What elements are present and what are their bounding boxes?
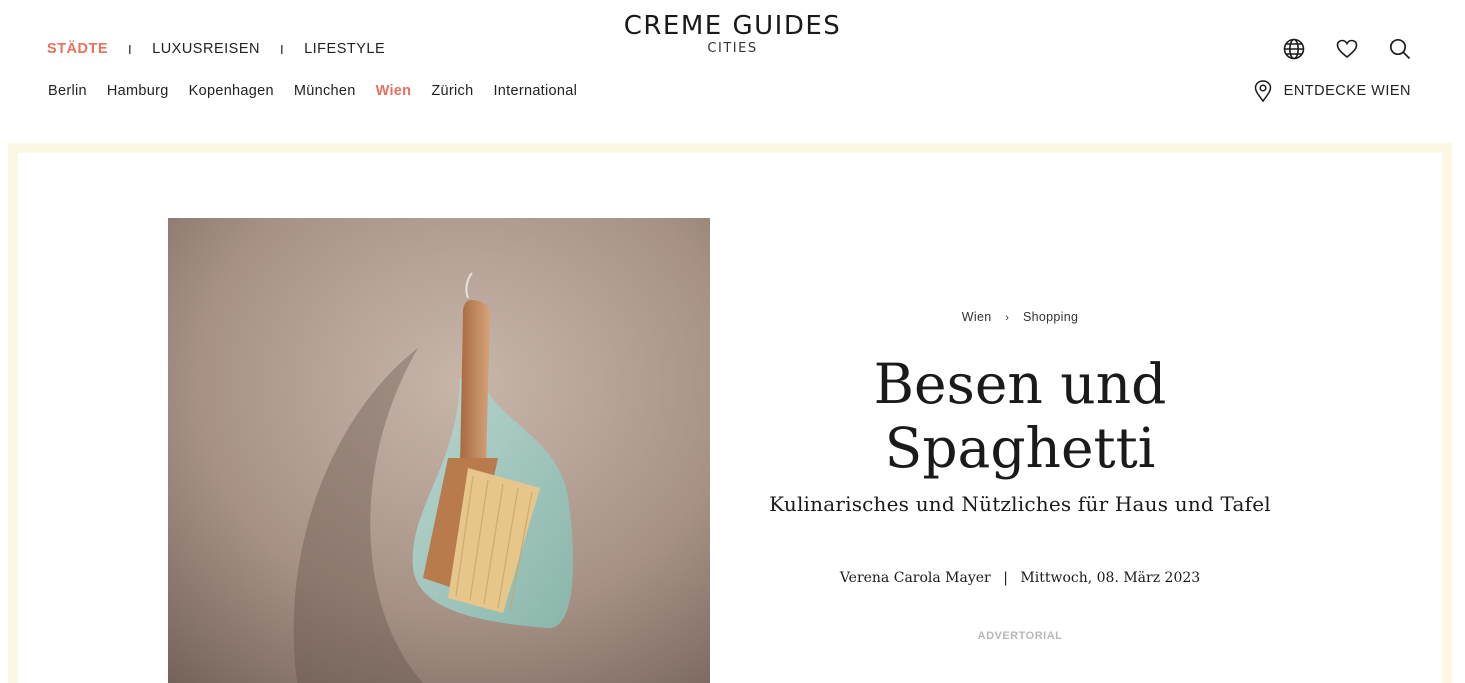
site-header: CREME GUIDES CITIES STÄDTE I LUXUSREISEN… xyxy=(0,0,1465,140)
article-subtitle: Kulinarisches und Nützliches für Haus un… xyxy=(769,492,1271,516)
meta-separator: | xyxy=(1003,570,1008,586)
map-pin-icon xyxy=(1254,80,1274,103)
breadcrumb-wien[interactable]: Wien xyxy=(962,310,992,324)
city-nav: Berlin Hamburg Kopenhagen München Wien Z… xyxy=(48,83,597,99)
city-item-hamburg[interactable]: Hamburg xyxy=(107,83,169,99)
city-item-muenchen[interactable]: München xyxy=(294,83,356,99)
discover-label: ENTDECKE WIEN xyxy=(1283,83,1411,99)
city-item-berlin[interactable]: Berlin xyxy=(48,83,87,99)
header-icons xyxy=(1253,37,1412,61)
nav-item-luxusreisen[interactable]: LUXUSREISEN xyxy=(152,41,260,57)
hero-image[interactable] xyxy=(168,218,710,683)
nav-item-staedte[interactable]: STÄDTE xyxy=(47,41,108,57)
nav-item-lifestyle[interactable]: LIFESTYLE xyxy=(304,41,385,57)
article-header: Wien › Shopping Besen und Spaghetti Kuli… xyxy=(760,310,1280,642)
heart-icon[interactable] xyxy=(1335,37,1359,61)
city-item-zuerich[interactable]: Zürich xyxy=(431,83,473,99)
search-icon[interactable] xyxy=(1388,37,1412,61)
globe-icon[interactable] xyxy=(1282,37,1306,61)
logo-title: CREME GUIDES xyxy=(623,11,842,41)
city-item-international[interactable]: International xyxy=(493,83,577,99)
city-item-wien[interactable]: Wien xyxy=(376,83,412,99)
article-title-line-1: Besen und xyxy=(873,352,1167,416)
primary-nav: STÄDTE I LUXUSREISEN I LIFESTYLE xyxy=(47,41,385,57)
article-title-line-2: Spaghetti xyxy=(884,416,1156,480)
nav-separator: I xyxy=(279,41,285,57)
article-author[interactable]: Verena Carola Mayer xyxy=(840,570,991,586)
article-title: Besen und Spaghetti xyxy=(760,352,1280,480)
breadcrumb: Wien › Shopping xyxy=(760,310,1280,324)
nav-separator: I xyxy=(128,41,133,57)
discover-city-link[interactable]: ENTDECKE WIEN xyxy=(1254,80,1411,103)
breadcrumb-shopping[interactable]: Shopping xyxy=(1023,310,1078,324)
advertorial-label: ADVERTORIAL xyxy=(977,630,1063,642)
article-meta: Verena Carola Mayer | Mittwoch, 08. März… xyxy=(760,570,1280,586)
article-date: Mittwoch, 08. März 2023 xyxy=(1020,570,1201,586)
chevron-right-icon: › xyxy=(1005,312,1010,324)
city-item-kopenhagen[interactable]: Kopenhagen xyxy=(189,83,274,99)
